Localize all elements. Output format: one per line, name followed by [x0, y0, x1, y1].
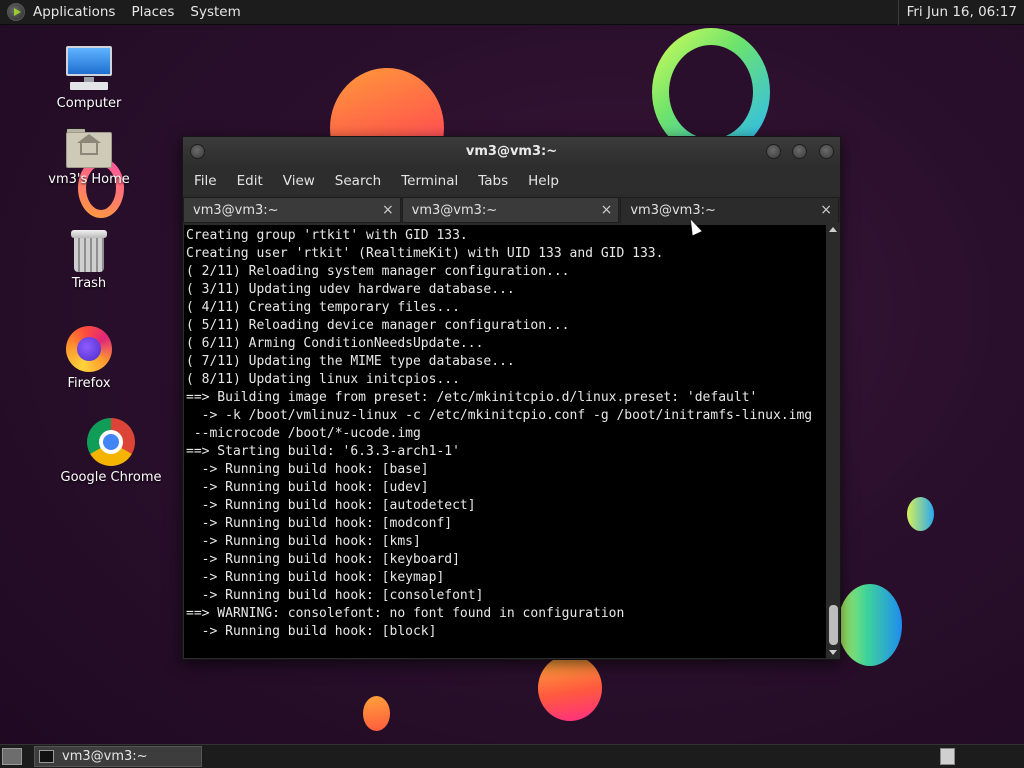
desktop-icon-trash[interactable]: Trash — [34, 230, 144, 291]
terminal-line: ( 6/11) Arming ConditionNeedsUpdate... — [186, 336, 484, 351]
desktop-icon-label: Trash — [71, 276, 107, 291]
terminal-line: ( 5/11) Reloading device manager configu… — [186, 318, 570, 333]
terminal-line: -> Running build hook: [keymap] — [186, 570, 445, 585]
terminal-line: ( 3/11) Updating udev hardware database.… — [186, 282, 515, 297]
wallpaper-blob-green-small — [907, 497, 934, 531]
terminal-tabbar: vm3@vm3:~ × vm3@vm3:~ × vm3@vm3:~ × — [183, 197, 840, 223]
desktop-icon-home[interactable]: vm3's Home — [34, 128, 144, 187]
menu-tabs[interactable]: Tabs — [468, 173, 518, 189]
terminal-line: -> Running build hook: [consolefont] — [186, 588, 484, 603]
desktop-icon-firefox[interactable]: Firefox — [34, 326, 144, 391]
taskbar-item-label: vm3@vm3:~ — [62, 749, 148, 764]
taskbar-item-terminal[interactable]: vm3@vm3:~ — [34, 746, 202, 767]
terminal-line: -> Running build hook: [base] — [186, 462, 429, 477]
menu-search[interactable]: Search — [325, 173, 391, 189]
desktop-icon-chrome[interactable]: Google Chrome — [56, 418, 166, 485]
terminal-line: Creating group 'rtkit' with GID 133. — [186, 228, 468, 243]
terminal-line: -> Running build hook: [udev] — [186, 480, 429, 495]
menu-help[interactable]: Help — [518, 173, 569, 189]
terminal-line: -> Running build hook: [kms] — [186, 534, 421, 549]
chrome-icon — [87, 418, 135, 466]
terminal-line: ( 8/11) Updating linux initcpios... — [186, 372, 460, 387]
menu-terminal[interactable]: Terminal — [391, 173, 468, 189]
desktop-icon-label: Google Chrome — [60, 470, 162, 485]
scroll-down-arrow-icon[interactable] — [829, 650, 837, 655]
minimize-button[interactable] — [766, 144, 781, 159]
menu-edit[interactable]: Edit — [227, 173, 273, 189]
wallpaper-blob-orange-bottom — [538, 655, 602, 721]
window-titlebar[interactable]: vm3@vm3:~ — [183, 137, 840, 167]
terminal-line: -> -k /boot/vmlinuz-linux -c /etc/mkinit… — [186, 408, 813, 423]
terminal-tab-3-active[interactable]: vm3@vm3:~ × — [620, 197, 840, 223]
menu-file[interactable]: File — [183, 173, 227, 189]
terminal-tab-2[interactable]: vm3@vm3:~ × — [401, 197, 620, 223]
terminal-menubar: File Edit View Search Terminal Tabs Help — [183, 167, 840, 195]
terminal-line: Creating user 'rtkit' (RealtimeKit) with… — [186, 246, 664, 261]
terminal-window: vm3@vm3:~ File Edit View Search Terminal… — [182, 136, 841, 660]
tab-label: vm3@vm3:~ — [411, 203, 498, 218]
tab-close-icon[interactable]: × — [820, 202, 832, 218]
tab-label: vm3@vm3:~ — [193, 203, 279, 218]
menu-places[interactable]: Places — [123, 0, 182, 25]
workspace-switcher[interactable] — [940, 748, 955, 765]
top-panel: Applications Places System Fri Jun 16, 0… — [0, 0, 1024, 25]
menu-system[interactable]: System — [182, 0, 248, 25]
scrollbar-thumb[interactable] — [829, 605, 838, 645]
terminal-line: --microcode /boot/*-ucode.img — [186, 426, 421, 441]
desktop-icon-label: vm3's Home — [48, 172, 130, 187]
applications-logo-icon[interactable] — [7, 3, 25, 21]
computer-icon — [64, 46, 114, 92]
bottom-panel: vm3@vm3:~ — [0, 744, 1024, 768]
window-title: vm3@vm3:~ — [465, 144, 558, 159]
scroll-up-arrow-icon[interactable] — [829, 227, 837, 232]
terminal-line: ==> WARNING: consolefont: no font found … — [186, 606, 625, 621]
terminal-output[interactable]: Creating group 'rtkit' with GID 133. Crea… — [184, 225, 826, 658]
desktop-icon-label: Computer — [56, 96, 122, 111]
desktop-icon-computer[interactable]: Computer — [34, 46, 144, 111]
clock[interactable]: Fri Jun 16, 06:17 — [897, 0, 1024, 25]
terminal-line: -> Running build hook: [keyboard] — [186, 552, 460, 567]
terminal-icon — [39, 750, 54, 763]
tab-close-icon[interactable]: × — [601, 202, 613, 218]
terminal-line: ( 4/11) Creating temporary files... — [186, 300, 460, 315]
terminal-scrollbar[interactable] — [827, 225, 840, 658]
terminal-line: -> Running build hook: [block] — [186, 624, 437, 639]
terminal-lines: Creating group 'rtkit' with GID 133. Crea… — [186, 227, 826, 641]
desktop-icon-label: Firefox — [67, 376, 111, 391]
terminal-line: ==> Starting build: '6.3.3-arch1-1' — [186, 444, 460, 459]
wallpaper-blob-green-blue — [838, 584, 902, 666]
menu-view[interactable]: View — [273, 173, 325, 189]
terminal-line: ( 7/11) Updating the MIME type database.… — [186, 354, 515, 369]
trash-icon — [71, 230, 107, 272]
terminal-line: ==> Building image from preset: /etc/mki… — [186, 390, 758, 405]
close-window-button[interactable] — [819, 144, 834, 159]
home-folder-icon — [66, 128, 112, 168]
maximize-button[interactable] — [792, 144, 807, 159]
firefox-icon — [66, 326, 112, 372]
terminal-line: -> Running build hook: [modconf] — [186, 516, 453, 531]
terminal-tab-1[interactable]: vm3@vm3:~ × — [183, 197, 401, 223]
tab-close-icon[interactable]: × — [382, 202, 394, 218]
wallpaper-blob-small — [363, 696, 390, 731]
tab-label: vm3@vm3:~ — [630, 203, 716, 218]
menu-applications[interactable]: Applications — [25, 0, 123, 25]
terminal-line: ( 2/11) Reloading system manager configu… — [186, 264, 570, 279]
terminal-line: -> Running build hook: [autodetect] — [186, 498, 476, 513]
show-desktop-icon[interactable] — [2, 748, 22, 765]
